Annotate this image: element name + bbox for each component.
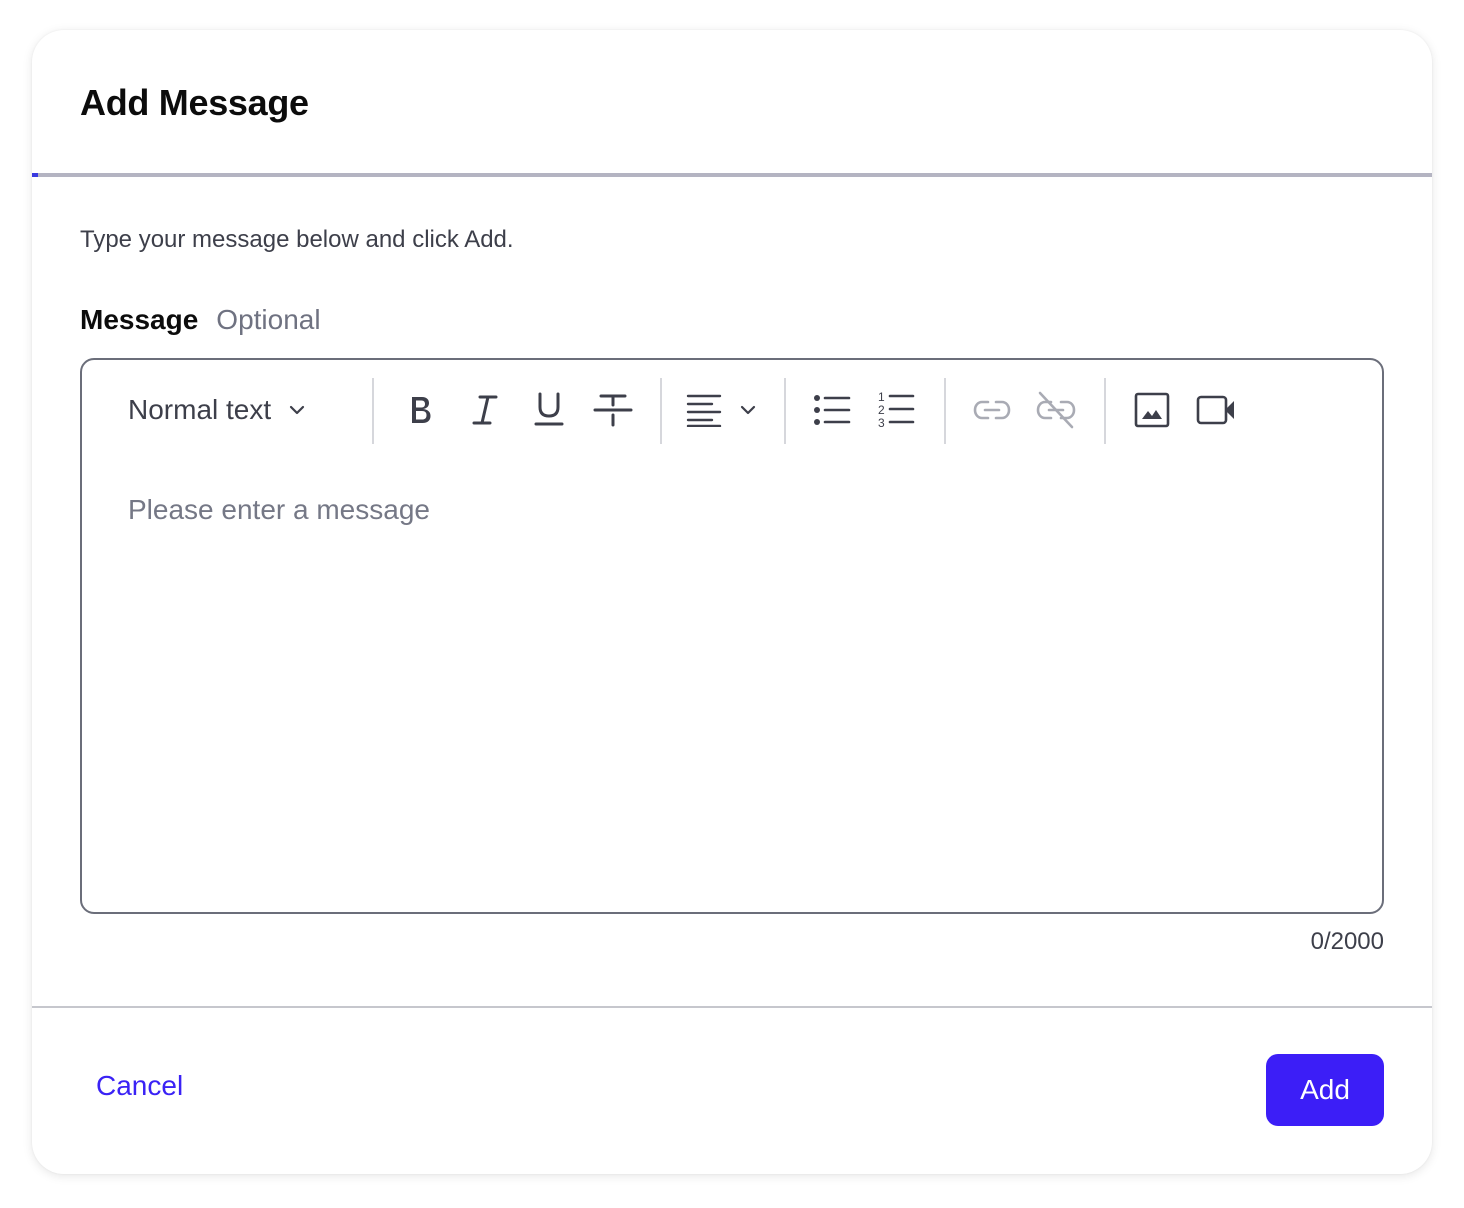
editor-toolbar: Normal text 1 2 3 <box>82 360 1382 460</box>
message-input[interactable]: Please enter a message <box>128 494 430 526</box>
block-type-label: Normal text <box>128 394 272 425</box>
dialog-title: Add Message <box>80 82 309 123</box>
strikethrough-icon <box>593 393 633 427</box>
divider-accent <box>32 173 38 177</box>
add-button[interactable]: Add <box>1266 1054 1384 1126</box>
italic-icon <box>470 394 500 426</box>
block-type-dropdown[interactable]: Normal text <box>128 386 305 434</box>
bold-icon <box>408 394 434 426</box>
toolbar-separator <box>1104 378 1106 444</box>
svg-text:2: 2 <box>878 403 885 417</box>
message-field-label: Message Optional <box>80 304 321 336</box>
bullet-list-icon <box>813 393 851 427</box>
field-label-text: Message <box>80 304 199 335</box>
chevron-down-icon <box>289 404 305 416</box>
insert-image-button[interactable] <box>1130 386 1174 434</box>
toolbar-separator <box>372 378 374 444</box>
image-icon <box>1134 392 1170 428</box>
svg-text:1: 1 <box>878 390 885 404</box>
video-icon <box>1196 395 1236 425</box>
cancel-button[interactable]: Cancel <box>96 1070 183 1102</box>
bold-button[interactable] <box>400 386 442 434</box>
optional-tag: Optional <box>216 304 321 335</box>
character-counter: 0/2000 <box>1310 928 1384 955</box>
align-left-icon <box>686 393 722 427</box>
bullet-list-button[interactable] <box>810 386 854 434</box>
toolbar-separator <box>944 378 946 444</box>
link-button[interactable] <box>970 386 1014 434</box>
numbered-list-icon: 1 2 3 <box>877 390 915 430</box>
underline-icon <box>534 392 564 428</box>
header-divider <box>32 173 1432 177</box>
toolbar-separator <box>784 378 786 444</box>
chevron-down-icon <box>740 404 756 416</box>
numbered-list-button[interactable]: 1 2 3 <box>874 384 918 436</box>
footer-divider <box>32 1006 1432 1008</box>
underline-button[interactable] <box>528 386 570 434</box>
strikethrough-button[interactable] <box>590 386 636 434</box>
svg-text:3: 3 <box>878 416 885 430</box>
rich-text-editor: Normal text 1 2 3 Please enter a message <box>80 358 1384 914</box>
unlink-icon <box>1035 390 1077 430</box>
insert-video-button[interactable] <box>1192 386 1240 434</box>
dialog-description: Type your message below and click Add. <box>80 226 514 253</box>
add-message-dialog: Add Message Type your message below and … <box>32 30 1432 1174</box>
align-dropdown[interactable] <box>686 386 766 434</box>
link-icon <box>972 398 1012 422</box>
unlink-button[interactable] <box>1034 386 1078 434</box>
toolbar-separator <box>660 378 662 444</box>
italic-button[interactable] <box>464 386 506 434</box>
